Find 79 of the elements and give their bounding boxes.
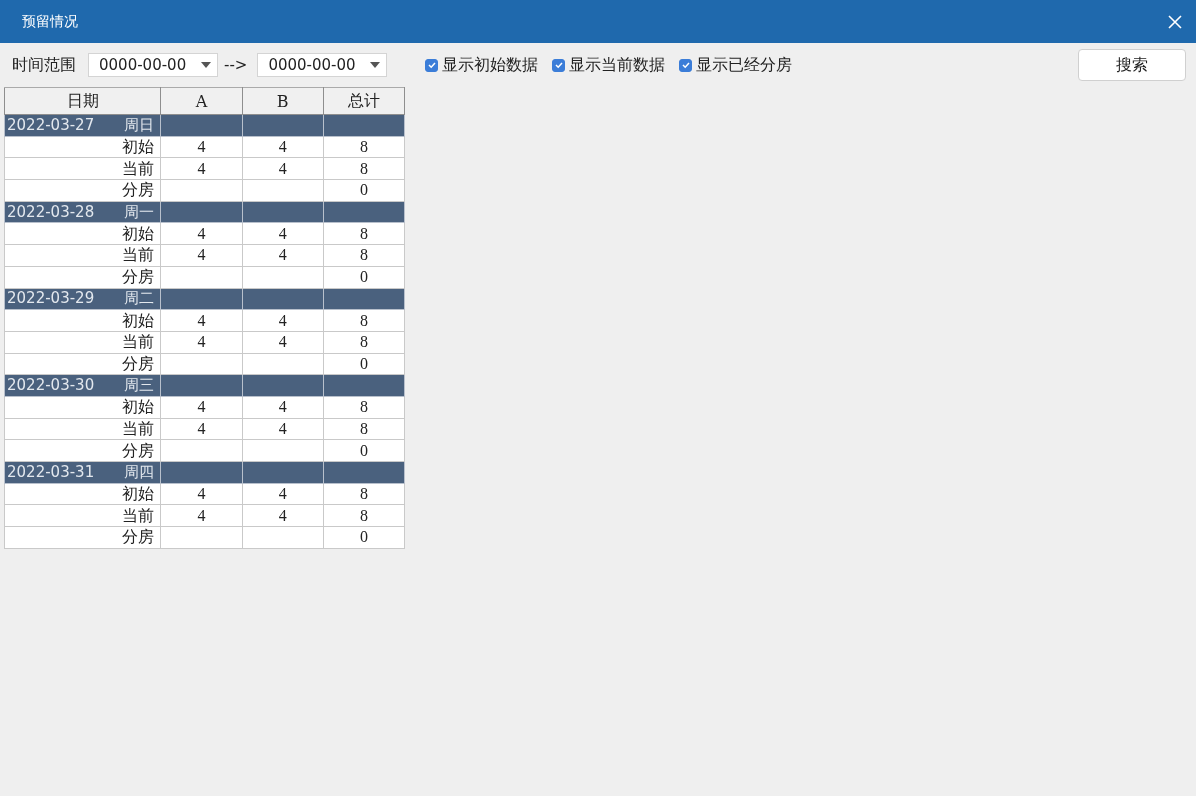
table-cell: 8 [359,138,368,156]
table-cell: 0 [359,441,368,459]
table-cell: 初始 [122,137,155,157]
table-cell: 8 [359,246,368,264]
table-cell: 8 [359,419,368,437]
table-cell: 0 [359,268,368,286]
caret-icon [370,62,381,68]
weekday-text: 周一 [124,204,155,220]
table-cell: 4 [278,311,287,329]
table-cell: 分房 [122,267,155,287]
checkbox[interactable] [552,58,566,72]
table-cell: 0 [359,354,368,372]
table-cell: 4 [197,419,206,437]
window-title: 预留情况 [22,12,78,31]
range-arrow: --> [224,56,248,74]
table-cell: 分房 [122,440,155,460]
date-text: 2022-03-30 [7,378,95,394]
table-cell: 4 [278,224,287,242]
table-cell: 4 [278,333,287,351]
close-icon [1168,14,1182,29]
caret-icon [201,62,211,68]
table-cell: 初始 [122,223,155,243]
table-cell: 当前 [122,158,155,178]
search-button[interactable]: 搜索 [1078,49,1186,81]
date-text: 2022-03-27 [7,117,95,133]
table-cell: 8 [359,333,368,351]
table-cell: 当前 [122,245,155,265]
table-cell: 分房 [122,180,155,200]
date-text: 2022-03-28 [7,204,95,220]
table-cell: 4 [278,246,287,264]
checkbox[interactable] [425,58,439,72]
table-cell: 当前 [122,418,155,438]
weekday-text: 周三 [124,378,155,394]
date-text: 2022-03-29 [7,291,95,307]
table-cell: 8 [359,159,368,177]
table-cell: 0 [359,181,368,199]
table-cell: 8 [359,485,368,503]
table-cell: 4 [278,485,287,503]
table-cell: 4 [197,224,206,242]
date-text: 2022-03-31 [7,464,95,480]
table-cell: 当前 [122,332,155,352]
checkbox-label: 显示已经分房 [696,54,793,76]
table-cell: 4 [197,159,206,177]
table-cell: 4 [197,398,206,416]
table-cell: 分房 [122,353,155,373]
table-cell: 初始 [122,310,155,330]
table-cell: 4 [278,159,287,177]
table-cell: 4 [197,311,206,329]
table-cell: 4 [278,138,287,156]
date-dropdown[interactable]: 0000-00-00 [88,53,218,77]
weekday-text: 周日 [124,117,155,133]
checkbox[interactable] [679,58,693,72]
weekday-text: 周四 [124,464,155,480]
weekday-text: 周二 [124,291,155,307]
table-cell: 4 [197,246,206,264]
range-label: 时间范围 [12,54,76,76]
checkbox-label: 显示当前数据 [569,54,666,76]
table-cell: 4 [197,506,206,524]
column-header[interactable]: A [160,87,243,115]
checkbox-label: 显示初始数据 [442,54,539,76]
table-cell: 4 [197,333,206,351]
table-cell: 4 [278,419,287,437]
table-cell: 8 [359,224,368,242]
table-cell: 当前 [122,505,155,525]
table-cell: 初始 [122,397,155,417]
column-header[interactable]: 总计 [323,87,405,115]
table-cell: 分房 [122,527,155,547]
table-cell: 4 [278,506,287,524]
date-dropdown[interactable]: 0000-00-00 [257,53,388,77]
table-cell: 8 [359,311,368,329]
table-cell: 4 [278,398,287,416]
table-cell: 8 [359,506,368,524]
table-cell: 0 [359,528,368,546]
column-header[interactable]: 日期 [4,87,161,115]
table-cell: 4 [197,485,206,503]
column-header[interactable]: B [242,87,324,115]
table-cell: 初始 [122,484,155,504]
table-cell: 8 [359,398,368,416]
table-cell: 4 [197,138,206,156]
